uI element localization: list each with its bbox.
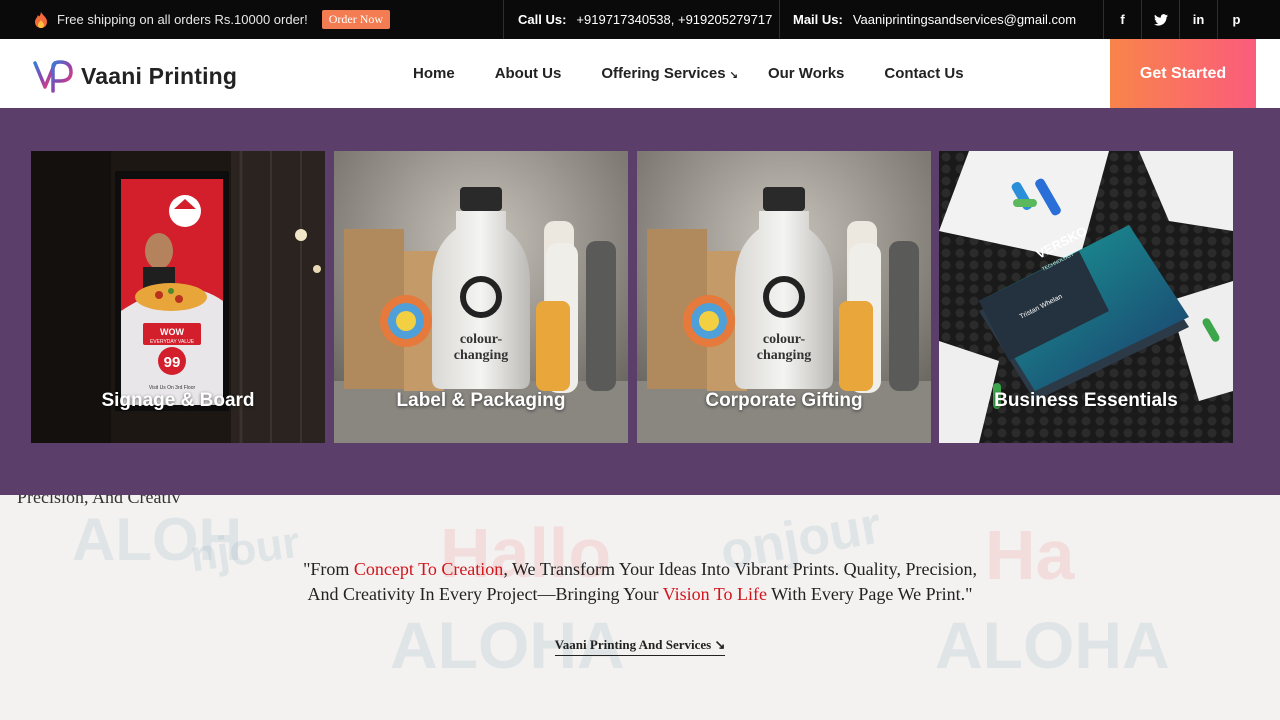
bottle-text-line1: colour- bbox=[763, 332, 806, 347]
nav-home[interactable]: Home bbox=[413, 65, 455, 82]
chevron-down-icon: ↘ bbox=[729, 70, 738, 81]
bottle-text-line2: changing bbox=[757, 348, 811, 363]
service-card-corporate-gifting[interactable]: colour- changing Corporate Gifting bbox=[637, 151, 931, 443]
mail-address[interactable]: Vaaniprintingsandservices@gmail.com bbox=[853, 12, 1076, 27]
mail-label: Mail Us: bbox=[793, 12, 843, 27]
vp-logo-icon bbox=[33, 60, 73, 93]
linkedin-icon[interactable]: in bbox=[1179, 0, 1217, 39]
watermark-text: Ha bbox=[985, 516, 1075, 594]
call-label: Call Us: bbox=[518, 12, 567, 27]
site-header: Vaani Printing Home About Us Offering Se… bbox=[0, 39, 1280, 108]
nav-about[interactable]: About Us bbox=[495, 65, 562, 82]
get-started-button[interactable]: Get Started bbox=[1110, 39, 1256, 108]
quote-part: With Every Page We Print." bbox=[766, 584, 973, 604]
mail-info: Mail Us: Vaaniprintingsandservices@gmail… bbox=[793, 0, 1076, 39]
card-caption-business-essentials: Business Essentials bbox=[994, 390, 1178, 411]
main-nav: Home About Us Offering Services ↘ Our Wor… bbox=[413, 39, 1004, 108]
social-links: f in p bbox=[1103, 0, 1255, 39]
order-now-button[interactable]: Order Now bbox=[321, 10, 391, 29]
service-card-signage[interactable]: WOW EVERYDAY VALUE 99 Visit Us On 3rd Fl… bbox=[31, 151, 325, 443]
quote-text: "From Concept To Creation, We Transform … bbox=[300, 557, 980, 607]
quote-part: "From bbox=[303, 559, 354, 579]
twitter-icon[interactable] bbox=[1141, 0, 1179, 39]
card-caption-corporate-gifting: Corporate Gifting bbox=[705, 390, 863, 411]
sign-number-text: 99 bbox=[164, 354, 181, 371]
services-mega-menu: WOW EVERYDAY VALUE 99 Visit Us On 3rd Fl… bbox=[0, 108, 1280, 495]
card-caption-signage: Signage & Board bbox=[101, 390, 255, 411]
signature-link[interactable]: Vaani Printing And Services ↘ bbox=[554, 637, 726, 656]
nav-our-works[interactable]: Our Works bbox=[768, 65, 844, 82]
logo-text: Vaani Printing bbox=[81, 62, 238, 89]
nav-offering-services[interactable]: Offering Services ↘ bbox=[601, 65, 738, 82]
sign-wow-text: WOW bbox=[160, 327, 184, 337]
call-numbers[interactable]: +919717340538, +919205279717 bbox=[576, 12, 772, 27]
quote-signature: Vaani Printing And Services ↘ bbox=[0, 637, 1280, 656]
service-card-label-packaging[interactable]: colour- changing Label & Packaging bbox=[334, 151, 628, 443]
call-info: Call Us: +919717340538, +919205279717 bbox=[518, 0, 772, 39]
quote-highlight: Concept To Creation bbox=[353, 559, 504, 579]
promo-text: Free shipping on all orders Rs.10000 ord… bbox=[57, 12, 308, 27]
nav-services-label: Offering Services bbox=[601, 65, 726, 82]
fire-icon bbox=[33, 11, 49, 29]
nav-contact[interactable]: Contact Us bbox=[884, 65, 963, 82]
bottle-text-line1: colour- bbox=[460, 332, 503, 347]
facebook-icon[interactable]: f bbox=[1103, 0, 1141, 39]
pinterest-icon[interactable]: p bbox=[1217, 0, 1255, 39]
quote-highlight: Vision To Life bbox=[662, 584, 767, 604]
service-card-business-essentials[interactable]: VERSKO TECHNOLOGY Tristan Whelan Busines… bbox=[939, 151, 1233, 443]
bottle-text-line2: changing bbox=[454, 348, 508, 363]
top-bar: Free shipping on all orders Rs.10000 ord… bbox=[0, 0, 1280, 39]
promo-strip: Free shipping on all orders Rs.10000 ord… bbox=[33, 0, 391, 39]
brand-logo[interactable]: Vaani Printing bbox=[33, 59, 237, 93]
sign-value-text: EVERYDAY VALUE bbox=[150, 339, 195, 345]
card-caption-label-packaging: Label & Packaging bbox=[396, 390, 566, 411]
quote-section: Precision, And Creativ ALOH njour Hallo … bbox=[0, 495, 1280, 720]
